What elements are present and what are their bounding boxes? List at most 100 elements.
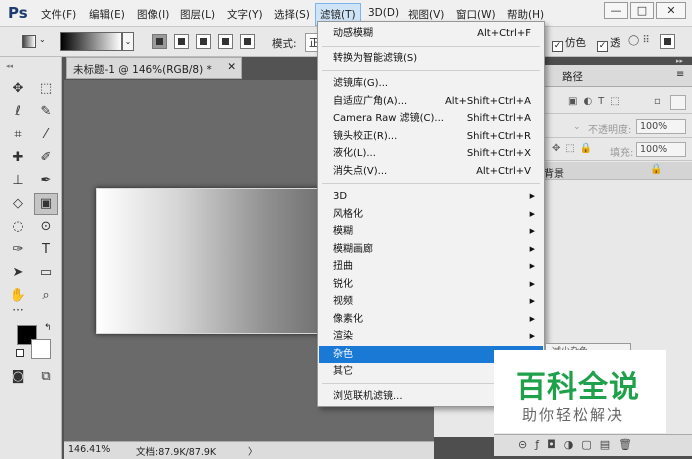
fill-input[interactable]: 100% bbox=[636, 142, 686, 157]
collapse-arrows-icon[interactable]: ◂◂ bbox=[6, 62, 13, 70]
chevron-down-icon[interactable]: ⌄ bbox=[573, 122, 581, 132]
submenu-arrow-icon: ▶ bbox=[529, 280, 535, 288]
menu-item-video[interactable]: 视频 ▶ bbox=[319, 293, 543, 310]
marquee-tool-icon[interactable]: ⬚ bbox=[35, 79, 57, 99]
menu-separator bbox=[322, 183, 540, 184]
zoom-tool-icon[interactable]: ⌕ bbox=[35, 286, 57, 306]
transparency-checkbox[interactable]: ✓ 透 bbox=[597, 35, 621, 52]
screen-mode-icon[interactable]: ⧉ bbox=[35, 367, 57, 387]
menu-file[interactable]: 文件(F) bbox=[41, 7, 76, 22]
menu-item-camera-raw[interactable]: Camera Raw 滤镜(C)... Shift+Ctrl+A bbox=[319, 110, 543, 127]
eraser-tool-icon[interactable]: ◇ bbox=[7, 194, 29, 214]
menu-type[interactable]: 文字(Y) bbox=[227, 7, 263, 22]
document-tab[interactable]: 未标题-1 @ 146%(RGB/8) * ✕ bbox=[66, 57, 242, 79]
lasso-tool-icon[interactable]: ℓ bbox=[7, 102, 29, 122]
menu-item-blur-gallery[interactable]: 模糊画廊 ▶ bbox=[319, 241, 543, 258]
menu-image[interactable]: 图像(I) bbox=[137, 7, 169, 22]
checkbox-checked-icon: ✓ bbox=[552, 41, 563, 52]
gradient-tool-icon[interactable]: ▣ bbox=[34, 193, 58, 215]
menu-item-shortcut: Alt+Ctrl+F bbox=[477, 28, 531, 39]
swap-colors-icon[interactable]: ↰ bbox=[44, 323, 52, 333]
menu-item-sharpen[interactable]: 锐化 ▶ bbox=[319, 276, 543, 293]
menu-layer[interactable]: 图层(L) bbox=[180, 7, 215, 22]
brush-tool-icon[interactable]: ✐ bbox=[35, 148, 57, 168]
layers-panel-footer: ⊝ƒ◘◑▢▤🗑 bbox=[494, 434, 692, 456]
maximize-button[interactable]: □ bbox=[630, 2, 654, 19]
submenu-arrow-icon: ▶ bbox=[529, 192, 535, 200]
menu-item-label: 像素化 bbox=[333, 314, 363, 325]
menu-item-lens-correction[interactable]: 镜头校正(R)... Shift+Ctrl+R bbox=[319, 128, 543, 145]
dither-checkbox[interactable]: ✓ 仿色 bbox=[552, 35, 586, 52]
blur-tool-icon[interactable]: ◌ bbox=[7, 217, 29, 237]
layer-filter-icons[interactable]: ▣◐T⬚ bbox=[568, 96, 626, 107]
healing-tool-icon[interactable]: ✚ bbox=[7, 148, 29, 168]
gradient-preview[interactable] bbox=[60, 32, 122, 51]
filter-switch[interactable] bbox=[670, 95, 686, 110]
menu-3d[interactable]: 3D(D) bbox=[368, 7, 399, 19]
menu-item-label: 锐化 bbox=[333, 279, 353, 290]
angle-gradient-button[interactable] bbox=[196, 34, 211, 49]
menu-item-liquify[interactable]: 液化(L)... Shift+Ctrl+X bbox=[319, 145, 543, 162]
chevron-down-icon[interactable]: ⌄ bbox=[39, 35, 46, 44]
menu-item-adaptive-wide-angle[interactable]: 自适应广角(A)... Alt+Shift+Ctrl+A bbox=[319, 93, 543, 110]
history-brush-tool-icon[interactable]: ✒ bbox=[35, 171, 57, 191]
menu-help[interactable]: 帮助(H) bbox=[507, 7, 544, 22]
menu-item-distort[interactable]: 扭曲 ▶ bbox=[319, 258, 543, 275]
menu-item-vanishing-point[interactable]: 消失点(V)... Alt+Ctrl+V bbox=[319, 163, 543, 180]
pen-tool-icon[interactable]: ✑ bbox=[7, 240, 29, 260]
menu-window[interactable]: 窗口(W) bbox=[456, 7, 496, 22]
menu-item-label: 镜头校正(R)... bbox=[333, 131, 398, 142]
quick-mask-icon[interactable]: ◙ bbox=[7, 367, 29, 387]
dither-label: 仿色 bbox=[565, 37, 586, 49]
menu-item-motion-blur[interactable]: 动感模糊 Alt+Ctrl+F bbox=[319, 25, 543, 42]
type-tool-icon[interactable]: T bbox=[35, 240, 57, 260]
menu-edit[interactable]: 编辑(E) bbox=[89, 7, 125, 22]
path-select-tool-icon[interactable]: ➤ bbox=[7, 263, 29, 283]
collapse-arrows-icon[interactable]: ▸▸ bbox=[676, 57, 683, 65]
rectangle-tool-icon[interactable]: ▭ bbox=[35, 263, 57, 283]
diamond-gradient-button[interactable] bbox=[240, 34, 255, 49]
menu-item-pixelate[interactable]: 像素化 ▶ bbox=[319, 311, 543, 328]
linear-gradient-button[interactable] bbox=[152, 34, 167, 49]
menu-item-blur[interactable]: 模糊 ▶ bbox=[319, 223, 543, 240]
close-icon[interactable]: ✕ bbox=[227, 61, 236, 73]
menu-item-label: 转换为智能滤镜(S) bbox=[333, 53, 418, 64]
dodge-tool-icon[interactable]: ⊙ bbox=[35, 217, 57, 237]
gradient-picker-chevron-icon[interactable]: ⌄ bbox=[122, 32, 134, 51]
submenu-arrow-icon: ▶ bbox=[529, 332, 535, 340]
move-tool-icon[interactable]: ✥ bbox=[7, 79, 29, 99]
crop-tool-icon[interactable]: ⌗ bbox=[7, 125, 29, 145]
menu-item-filter-gallery[interactable]: 滤镜库(G)... bbox=[319, 75, 543, 92]
menu-item-render[interactable]: 渲染 ▶ bbox=[319, 328, 543, 345]
document-canvas-image[interactable] bbox=[96, 188, 326, 334]
eyedropper-tool-icon[interactable]: ⁄ bbox=[35, 125, 57, 145]
layer-action-icons[interactable]: ⊝ƒ◘◑▢▤🗑 bbox=[518, 438, 640, 451]
stamp-tool-icon[interactable]: ⊥ bbox=[7, 171, 29, 191]
align-panel-button[interactable] bbox=[660, 34, 675, 49]
tab-paths[interactable]: 路径 bbox=[562, 69, 583, 84]
menu-item-3d[interactable]: 3D ▶ bbox=[319, 188, 543, 205]
more-tools-icon[interactable]: ··· bbox=[7, 300, 29, 320]
default-colors-icon[interactable] bbox=[16, 349, 24, 357]
minimize-button[interactable]: — bbox=[604, 2, 628, 19]
tool-preset-icon[interactable] bbox=[22, 35, 36, 48]
zoom-level[interactable]: 146.41% bbox=[68, 444, 110, 455]
close-button[interactable]: ✕ bbox=[656, 2, 686, 19]
opacity-input[interactable]: 100% bbox=[636, 119, 686, 134]
menu-item-stylize[interactable]: 风格化 ▶ bbox=[319, 206, 543, 223]
lock-icons[interactable]: ✥⬚🔒 bbox=[552, 143, 597, 154]
menu-view[interactable]: 视图(V) bbox=[408, 7, 444, 22]
menu-item-convert-smart-filter[interactable]: 转换为智能滤镜(S) bbox=[319, 50, 543, 67]
radial-gradient-button[interactable] bbox=[174, 34, 189, 49]
menu-item-label: Camera Raw 滤镜(C)... bbox=[333, 113, 444, 124]
panel-menu-icon[interactable]: ≡ bbox=[676, 69, 684, 80]
quick-select-tool-icon[interactable]: ✎ bbox=[35, 102, 57, 122]
submenu-arrow-icon: ▶ bbox=[529, 245, 535, 253]
photoshop-logo: Ps bbox=[8, 4, 28, 22]
background-color-swatch[interactable] bbox=[31, 339, 51, 359]
filter-toggle-icon[interactable]: ▫ bbox=[654, 96, 661, 107]
options-extra-icons[interactable]: ◯ ⠿ bbox=[628, 35, 650, 46]
menu-select[interactable]: 选择(S) bbox=[274, 7, 310, 22]
reflected-gradient-button[interactable] bbox=[218, 34, 233, 49]
status-arrow-icon[interactable]: 〉 bbox=[248, 444, 258, 458]
